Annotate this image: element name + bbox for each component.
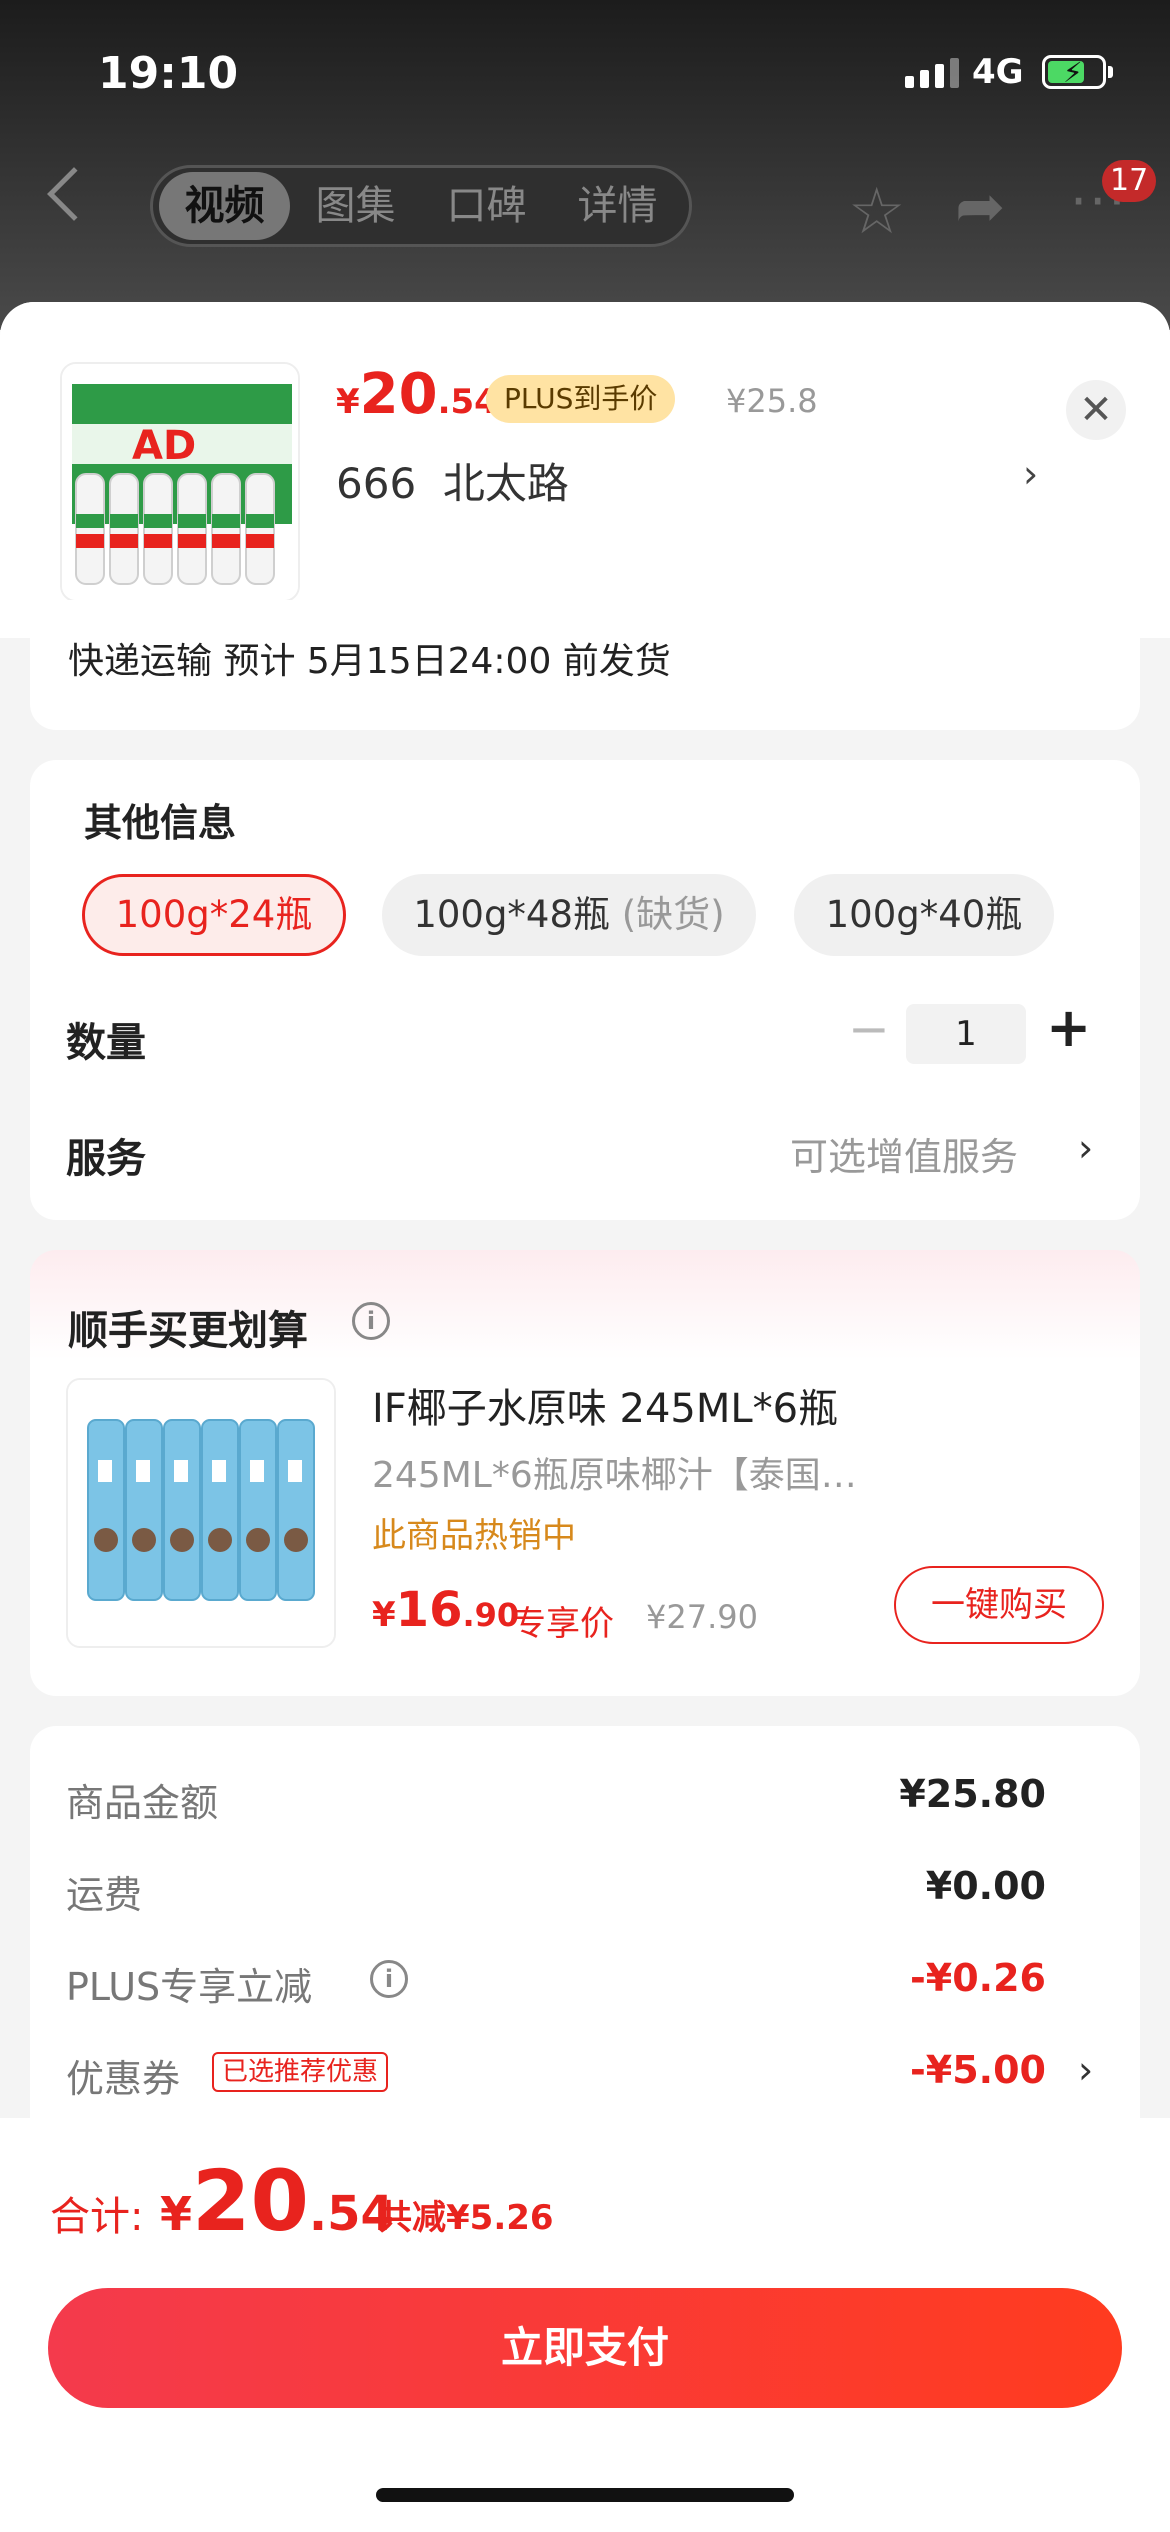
- summary-value: ¥25.80: [899, 1772, 1046, 1816]
- price-decimal: .90: [462, 1596, 520, 1634]
- summary-label: PLUS专享立减: [66, 1965, 313, 2009]
- spec-option[interactable]: 100g*40瓶: [794, 874, 1054, 956]
- price-integer: 20: [359, 362, 438, 427]
- price-currency: ¥: [372, 1595, 396, 1635]
- bundle-product-name[interactable]: IF椰子水原味 245ML*6瓶: [372, 1376, 838, 1434]
- bundle-product-image: [68, 1380, 334, 1646]
- bundle-title: 顺手买更划算: [68, 1308, 308, 1354]
- plus-price-tag: PLUS到手价: [486, 375, 676, 423]
- coupon-tag: 已选推荐优惠: [212, 2052, 389, 2092]
- battery-tip: [1108, 66, 1113, 78]
- chevron-right-icon[interactable]: ›: [1078, 1126, 1093, 1170]
- service-value[interactable]: 可选增值服务: [790, 1126, 1018, 1181]
- quantity-input[interactable]: 1: [906, 1004, 1026, 1064]
- network-label: 4G: [972, 52, 1024, 92]
- product-thumbnail[interactable]: AD: [60, 362, 300, 602]
- one-click-buy-button[interactable]: 一键购买: [894, 1566, 1104, 1644]
- total-saved: 共减¥5.26: [378, 2198, 554, 2238]
- total-price: ¥20.54: [160, 2152, 394, 2250]
- favorite-star-icon[interactable]: ☆: [848, 175, 905, 249]
- tab-reviews[interactable]: 口碑: [421, 172, 552, 240]
- tab-gallery[interactable]: 图集: [290, 172, 421, 240]
- notification-badge: 17: [1102, 160, 1157, 202]
- out-of-stock-note: (缺货): [621, 893, 725, 936]
- summary-value: -¥0.26: [910, 1956, 1046, 2000]
- summary-value: ¥0.00: [925, 1864, 1046, 1908]
- minus-icon[interactable]: −: [848, 1000, 890, 1058]
- shipping-estimate: 快递运输 预计 5月15日24:00 前发货: [68, 641, 671, 682]
- media-tabs: 视频 图集 口碑 详情: [150, 165, 692, 247]
- summary-value[interactable]: -¥5.00: [910, 2048, 1046, 2092]
- svg-text:AD: AD: [132, 423, 196, 469]
- spec-label: 100g*48瓶: [413, 893, 611, 936]
- delivery-address[interactable]: 666 北太路: [336, 450, 569, 511]
- spec-option[interactable]: 100g*48瓶 (缺货): [382, 874, 756, 956]
- price-integer: 20: [192, 2152, 309, 2250]
- product-image: AD: [62, 364, 298, 600]
- price-integer: 16: [395, 1582, 463, 1638]
- plus-icon[interactable]: +: [1046, 996, 1091, 1059]
- bundle-price: ¥16.90: [372, 1582, 519, 1638]
- quantity-label: 数量: [66, 1020, 146, 1066]
- info-icon[interactable]: i: [352, 1302, 390, 1340]
- bundle-thumbnail[interactable]: [66, 1378, 336, 1648]
- signal-icon: [905, 58, 959, 88]
- status-time: 19:10: [98, 48, 239, 99]
- options-title: 其他信息: [84, 801, 237, 845]
- spec-label: 100g*40瓶: [825, 893, 1023, 936]
- price-currency: ¥: [160, 2187, 193, 2241]
- summary-label: 商品金额: [66, 1781, 219, 1825]
- spec-label: 100g*24瓶: [115, 893, 313, 936]
- summary-label: 运费: [66, 1873, 143, 1917]
- bundle-product-desc: 245ML*6瓶原味椰汁【泰国…: [372, 1455, 857, 1496]
- exclusive-price-label: 专享价: [512, 1604, 614, 1644]
- pay-now-button[interactable]: 立即支付: [48, 2288, 1122, 2408]
- battery-icon: ⚡: [1042, 55, 1106, 89]
- product-price: ¥20.54: [336, 362, 498, 427]
- spec-option-selected[interactable]: 100g*24瓶: [82, 874, 346, 956]
- home-indicator[interactable]: [376, 2488, 794, 2502]
- close-icon[interactable]: ✕: [1066, 380, 1126, 440]
- chevron-right-icon[interactable]: ›: [1023, 452, 1038, 496]
- share-icon[interactable]: ➦: [955, 172, 1005, 242]
- tab-video[interactable]: 视频: [159, 172, 290, 240]
- info-icon[interactable]: i: [370, 1960, 408, 1998]
- chevron-right-icon[interactable]: ›: [1078, 2048, 1093, 2092]
- original-price: ¥25.8: [726, 382, 818, 420]
- price-currency: ¥: [336, 382, 360, 422]
- tab-details[interactable]: 详情: [552, 172, 683, 240]
- bundle-original-price: ¥27.90: [646, 1598, 758, 1636]
- service-label: 服务: [66, 1136, 146, 1182]
- summary-label: 优惠券: [66, 2057, 181, 2101]
- bundle-hot-label: 此商品热销中: [372, 1516, 576, 1556]
- total-label: 合计:: [50, 2194, 144, 2240]
